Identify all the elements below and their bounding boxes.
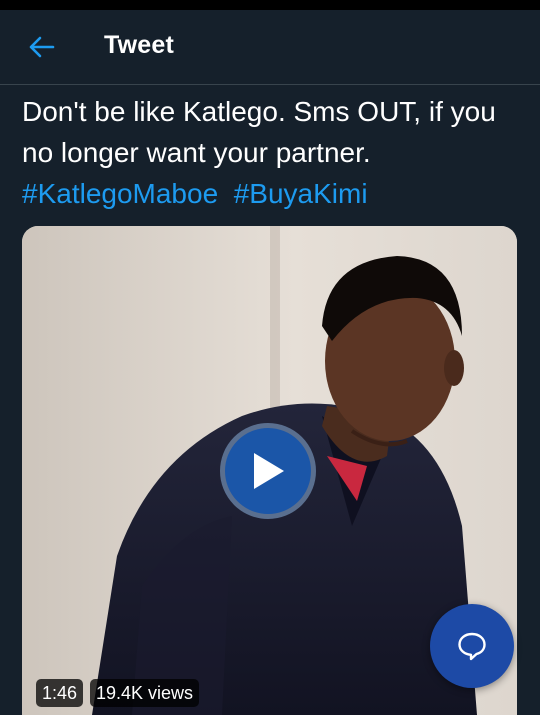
page-title: Tweet — [104, 31, 174, 59]
play-icon — [254, 453, 284, 489]
compose-reply-button[interactable] — [430, 604, 514, 688]
tweet-text: Don't be like Katlego. Sms OUT, if you n… — [22, 96, 496, 168]
hashtag-link[interactable]: #BuyaKimi — [234, 178, 368, 209]
speech-bubble-icon — [458, 632, 486, 661]
status-bar — [0, 0, 540, 10]
play-button[interactable] — [220, 423, 316, 519]
video-duration-badge: 1:46 — [36, 679, 84, 707]
back-button[interactable] — [24, 30, 60, 64]
hashtag-link[interactable]: #KatlegoMaboe — [22, 178, 218, 209]
video-views-badge: 19.4K views — [90, 679, 200, 707]
arrow-left-icon — [29, 36, 55, 58]
app-header: Tweet — [0, 10, 540, 85]
tweet-body: Don't be like Katlego. Sms OUT, if you n… — [22, 91, 522, 214]
